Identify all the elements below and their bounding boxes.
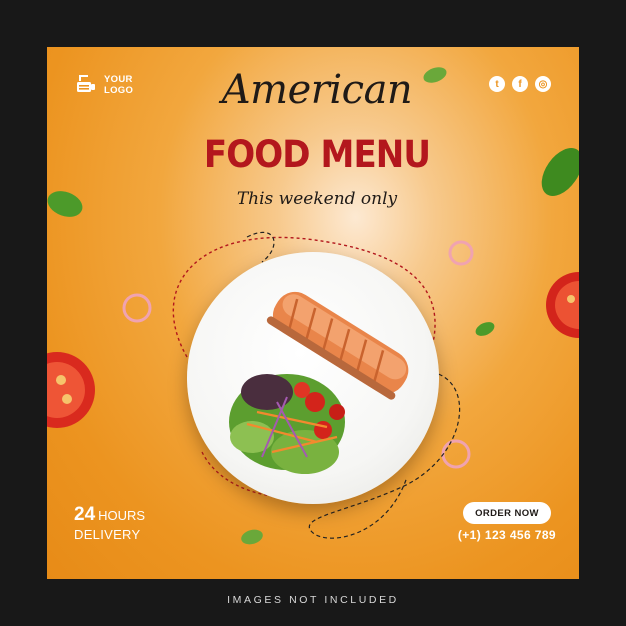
cucumber-right bbox=[541, 148, 579, 196]
brand-logo[interactable]: YOUR LOGO bbox=[74, 73, 133, 97]
promo-poster: YOUR LOGO t f ◎ American FOOD MENU This … bbox=[47, 47, 579, 579]
tomato-right bbox=[546, 272, 579, 338]
delivery-hours-number: 24 bbox=[74, 504, 96, 525]
twitter-icon[interactable]: t bbox=[489, 76, 505, 92]
salad bbox=[229, 374, 345, 474]
logo-text: YOUR LOGO bbox=[104, 74, 133, 96]
food-plate-image bbox=[187, 252, 439, 504]
headline-subtitle: This weekend only bbox=[236, 189, 398, 209]
footer-note: IMAGES NOT INCLUDED bbox=[227, 594, 399, 606]
order-now-button[interactable]: ORDER NOW bbox=[463, 502, 551, 524]
facebook-icon[interactable]: f bbox=[512, 76, 528, 92]
tomato-left bbox=[47, 352, 95, 428]
social-links: t f ◎ bbox=[489, 76, 551, 92]
delivery-info: 24 HOURS DELIVERY bbox=[74, 504, 145, 542]
onion-ring bbox=[122, 293, 152, 323]
cart-logo-icon bbox=[77, 75, 95, 92]
logo-line-1: YOUR bbox=[104, 74, 133, 85]
headline-script: American bbox=[221, 67, 413, 113]
delivery-label: DELIVERY bbox=[74, 527, 141, 542]
leaf-left bbox=[47, 191, 83, 217]
onion-ring bbox=[448, 240, 474, 266]
leaf-right bbox=[475, 322, 495, 336]
instagram-icon[interactable]: ◎ bbox=[535, 76, 551, 92]
logo-line-2: LOGO bbox=[104, 85, 134, 96]
onion-ring bbox=[441, 439, 471, 469]
delivery-hours-unit: HOURS bbox=[98, 508, 146, 523]
leaf-bottom bbox=[241, 529, 263, 545]
salmon-salad-illustration bbox=[229, 291, 409, 474]
headline-main: FOOD MENU bbox=[203, 133, 431, 176]
phone-number[interactable]: (+1) 123 456 789 bbox=[444, 528, 556, 542]
